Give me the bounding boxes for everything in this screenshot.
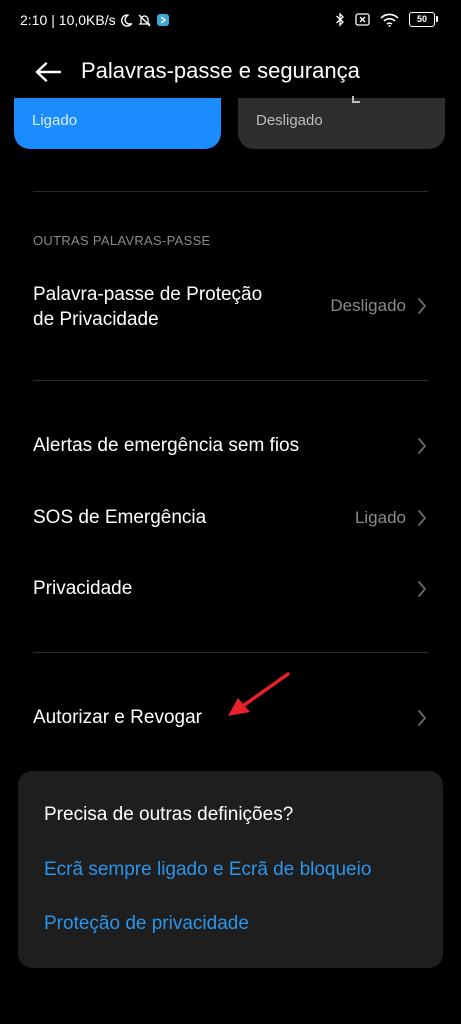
privacy-row[interactable]: Privacidade (0, 573, 461, 605)
status-card-off-label: Desligado (256, 112, 323, 129)
privacy-protection-password-label: Palavra-passe de Proteção de Privacidade (33, 282, 262, 332)
divider (33, 191, 428, 192)
always-on-lock-screen-link[interactable]: Ecrã sempre ligado e Ecrã de bloqueio (44, 859, 371, 881)
emergency-sos-value: Ligado (354, 508, 406, 527)
status-card-off[interactable]: Desligado (238, 96, 445, 149)
authorize-revoke-label: Autorizar e Revogar (33, 707, 202, 728)
red-arrow-annotation-icon (228, 672, 290, 716)
app-notification-icon (156, 13, 170, 27)
chevron-right-icon (417, 580, 427, 598)
privacy-label: Privacidade (33, 578, 133, 599)
wireless-emergency-alerts-row[interactable]: Alertas de emergência sem fios (0, 430, 461, 462)
back-arrow-icon (35, 62, 61, 82)
emergency-sos-label: SOS de Emergência (33, 507, 207, 528)
privacy-protection-link[interactable]: Proteção de privacidade (44, 913, 249, 935)
status-card-on[interactable]: Ligado (14, 98, 221, 149)
divider (33, 380, 428, 381)
status-network-speed: | 10,0KB/s (51, 12, 116, 28)
battery-icon: 50 (409, 12, 438, 27)
privacy-protection-password-label-line2: de Privacidade (33, 309, 159, 330)
status-bar: 2:10 | 10,0KB/s 50 (0, 0, 461, 44)
chevron-right-icon (417, 437, 427, 455)
emergency-sos-row[interactable]: SOS de Emergência Ligado (0, 502, 461, 534)
privacy-protection-password-label-line1: Palavra-passe de Proteção (33, 284, 263, 305)
status-time: 2:10 (20, 12, 48, 28)
bluetooth-icon (335, 12, 345, 27)
privacy-protection-password-row[interactable]: Palavra-passe de Proteção de Privacidade… (0, 280, 461, 336)
moon-icon (120, 13, 133, 27)
section-header-other-passwords: OUTRAS PALAVRAS-PASSE (33, 233, 211, 248)
divider (33, 652, 428, 653)
no-sim-icon (355, 13, 370, 26)
wifi-icon (380, 13, 399, 27)
suggestions-card: Precisa de outras definições? Ecrã sempr… (18, 771, 443, 968)
chevron-right-icon (417, 509, 427, 527)
wireless-emergency-alerts-label: Alertas de emergência sem fios (33, 435, 300, 456)
chevron-right-icon (417, 297, 427, 315)
truncated-title-glyph (352, 96, 360, 103)
status-left: 2:10 | 10,0KB/s (20, 12, 170, 28)
page-title: Palavras-passe e segurança (81, 58, 360, 83)
privacy-protection-password-value: Desligado (330, 296, 406, 315)
suggestions-title: Precisa de outras definições? (44, 804, 294, 825)
back-button[interactable] (30, 56, 66, 88)
notifications-muted-icon (137, 13, 152, 28)
status-right: 50 (335, 12, 438, 27)
chevron-right-icon (417, 709, 427, 727)
header: Palavras-passe e segurança (0, 48, 461, 96)
status-card-on-label: Ligado (32, 112, 78, 129)
